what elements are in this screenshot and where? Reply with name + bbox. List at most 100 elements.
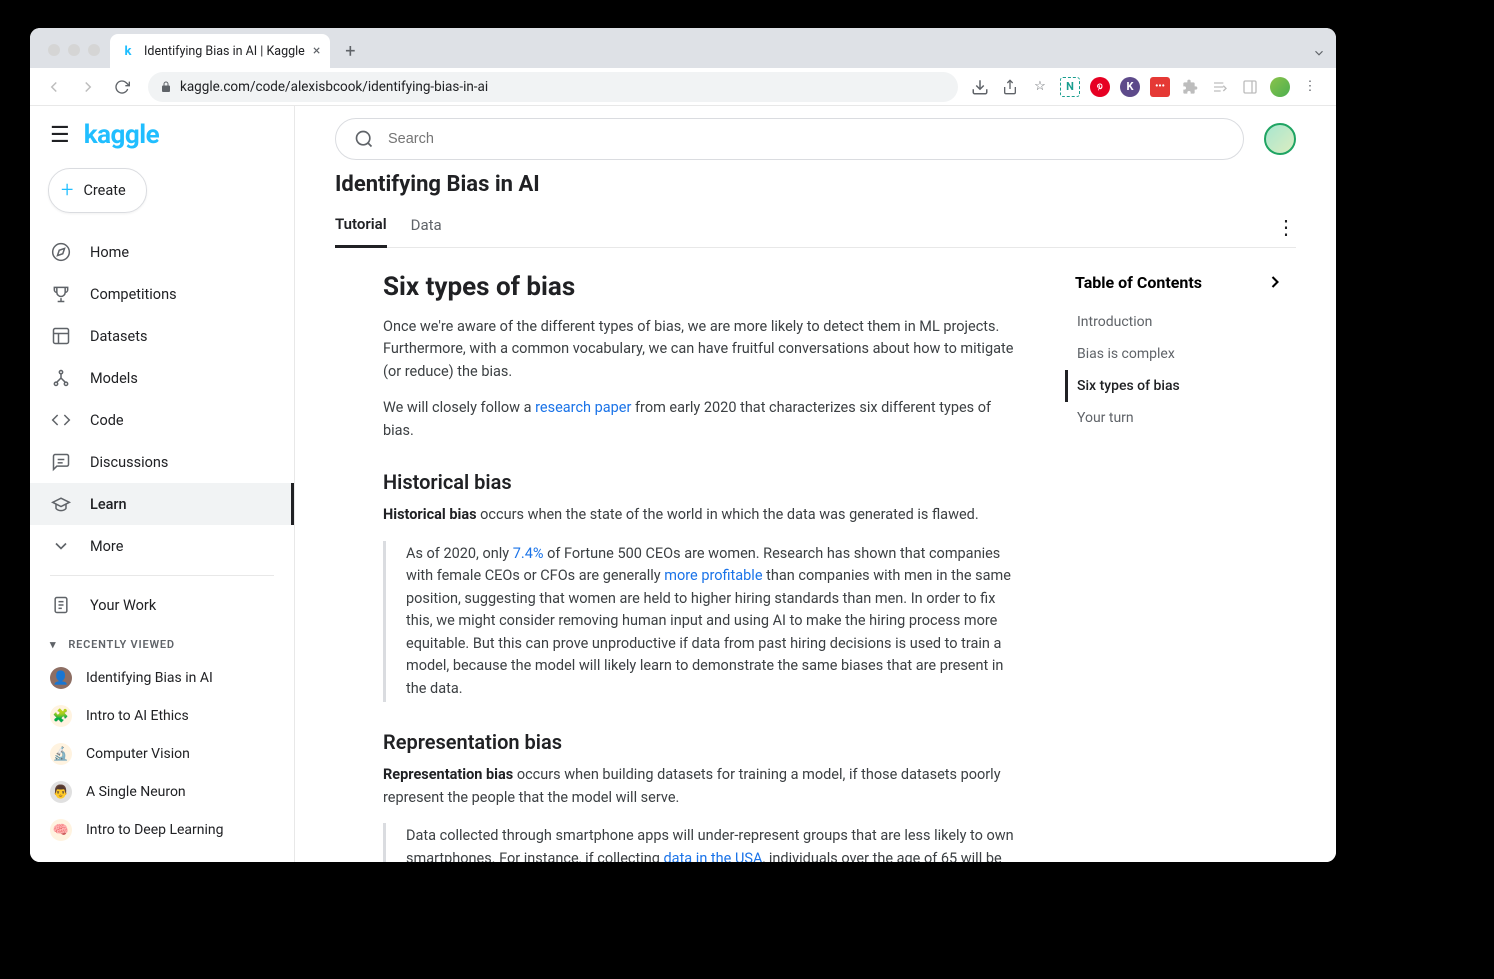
link-more-profitable[interactable]: more profitable: [664, 567, 762, 584]
tab-data[interactable]: Data: [411, 208, 442, 246]
new-tab-button[interactable]: +: [336, 37, 364, 65]
recent-item[interactable]: 🧩 Intro to AI Ethics: [30, 697, 294, 735]
nav-discussions[interactable]: Discussions: [30, 441, 294, 483]
recent-thumb: 🔬: [50, 743, 72, 765]
paragraph: As of 2020, only 7.4% of Fortune 500 CEO…: [406, 543, 1025, 700]
sidepanel-icon[interactable]: [1240, 77, 1260, 97]
close-tab-icon[interactable]: ×: [313, 43, 320, 59]
search-input[interactable]: [388, 131, 1225, 147]
search-icon: [354, 129, 374, 149]
extension-red-icon[interactable]: •••: [1150, 77, 1170, 97]
nav-your-work[interactable]: Your Work: [30, 584, 294, 626]
share-icon[interactable]: [1000, 77, 1020, 97]
link-data-in-usa[interactable]: data in the USA: [664, 850, 763, 863]
recent-label: Intro to Deep Learning: [86, 822, 224, 838]
blockquote: Data collected through smartphone apps w…: [383, 823, 1025, 862]
search-box[interactable]: [335, 118, 1244, 160]
toc-item-introduction[interactable]: Introduction: [1065, 306, 1285, 338]
nav-label: Competitions: [90, 286, 177, 303]
main-panel: Identifying Bias in AI Tutorial Data ⋮ S…: [295, 106, 1336, 862]
nav-more[interactable]: More: [30, 525, 294, 567]
network-icon: [50, 367, 72, 389]
toc-item-bias-complex[interactable]: Bias is complex: [1065, 338, 1285, 370]
section-heading: Six types of bias: [383, 272, 1025, 302]
browser-window: k Identifying Bias in AI | Kaggle × + ka…: [30, 28, 1336, 862]
reading-list-icon[interactable]: [1210, 77, 1230, 97]
more-options-icon[interactable]: ⋮: [1276, 215, 1296, 239]
address-bar[interactable]: kaggle.com/code/alexisbcook/identifying-…: [148, 72, 958, 102]
subsection-heading: Historical bias: [383, 470, 1025, 494]
table-icon: [50, 325, 72, 347]
bookmark-star-icon[interactable]: ☆: [1030, 77, 1050, 97]
nav-label: Datasets: [90, 328, 147, 345]
nav-label: Your Work: [90, 597, 156, 614]
profile-avatar-icon[interactable]: [1270, 77, 1290, 97]
recent-item[interactable]: 👨A Single Neuron: [30, 773, 294, 811]
hamburger-icon[interactable]: ☰: [50, 123, 70, 148]
link-research-paper[interactable]: research paper: [535, 399, 631, 416]
nav-datasets[interactable]: Datasets: [30, 315, 294, 357]
divider: [50, 575, 274, 576]
nav-models[interactable]: Models: [30, 357, 294, 399]
toc-item-your-turn[interactable]: Your turn: [1065, 402, 1285, 434]
tabs-row: Tutorial Data ⋮: [335, 207, 1296, 248]
reload-button[interactable]: [108, 73, 136, 101]
nav-learn[interactable]: Learn: [30, 483, 294, 525]
code-icon: [50, 409, 72, 431]
create-label: Create: [83, 182, 125, 199]
page-title: Identifying Bias in AI: [335, 172, 1296, 197]
nav-label: Learn: [90, 496, 127, 513]
recent-item[interactable]: 🧠Intro to Deep Learning: [30, 811, 294, 849]
recent-item[interactable]: 👤Identifying Bias in AI: [30, 659, 294, 697]
tab-tutorial[interactable]: Tutorial: [335, 207, 387, 248]
download-icon[interactable]: [970, 77, 990, 97]
user-avatar[interactable]: [1264, 123, 1296, 155]
paragraph: We will closely follow a research paper …: [383, 397, 1025, 442]
recently-viewed-header: ▾RECENTLY VIEWED: [30, 626, 294, 659]
lock-icon: [160, 81, 172, 93]
tab-strip: k Identifying Bias in AI | Kaggle × +: [30, 28, 1336, 68]
nav-label: Discussions: [90, 454, 168, 471]
compass-icon: [50, 241, 72, 263]
forward-button[interactable]: [74, 73, 102, 101]
paragraph: Representation bias occurs when building…: [383, 764, 1025, 809]
nav-label: More: [90, 538, 123, 555]
link-7-4-percent[interactable]: 7.4%: [513, 545, 544, 562]
chrome-menu-icon[interactable]: ⋮: [1300, 77, 1320, 97]
view-active-events[interactable]: View Active Events: [30, 855, 294, 862]
extension-k-icon[interactable]: K: [1120, 77, 1140, 97]
create-button[interactable]: + Create: [48, 168, 147, 213]
kaggle-logo[interactable]: kaggle: [84, 120, 159, 150]
negによ-home[interactable]: Home: [30, 231, 294, 273]
recent-label: Intro to AI Ethics: [86, 708, 189, 724]
minimize-window-dot[interactable]: [68, 44, 80, 56]
toc-item-six-types[interactable]: Six types of bias: [1065, 370, 1285, 402]
article-wrap: Six types of bias Once we're aware of th…: [295, 248, 1336, 862]
recent-item[interactable]: 🔬Computer Vision: [30, 735, 294, 773]
chat-icon: [50, 451, 72, 473]
maximize-window-dot[interactable]: [88, 44, 100, 56]
close-window-dot[interactable]: [48, 44, 60, 56]
top-row: [295, 106, 1336, 160]
recent-label: A Single Neuron: [86, 784, 186, 800]
paragraph: Once we're aware of the different types …: [383, 316, 1025, 383]
tab-title: Identifying Bias in AI | Kaggle: [144, 44, 305, 59]
plus-icon: +: [61, 178, 73, 203]
browser-tab[interactable]: k Identifying Bias in AI | Kaggle ×: [110, 34, 330, 68]
back-button[interactable]: [40, 73, 68, 101]
nav-code[interactable]: Code: [30, 399, 294, 441]
extension-notion-icon[interactable]: N: [1060, 77, 1080, 97]
extensions-puzzle-icon[interactable]: [1180, 77, 1200, 97]
caret-down-icon[interactable]: ▾: [50, 638, 56, 651]
url-text: kaggle.com/code/alexisbcook/identifying-…: [180, 79, 488, 95]
browser-toolbar: kaggle.com/code/alexisbcook/identifying-…: [30, 68, 1336, 106]
toc-header[interactable]: Table of Contents: [1065, 272, 1285, 292]
extension-pinterest-icon[interactable]: [1090, 77, 1110, 97]
recent-label: Identifying Bias in AI: [86, 670, 213, 686]
article-body: Six types of bias Once we're aware of th…: [295, 248, 1065, 862]
tab-overflow-icon[interactable]: [1312, 46, 1326, 60]
paragraph: Data collected through smartphone apps w…: [406, 825, 1025, 862]
nav-competitions[interactable]: Competitions: [30, 273, 294, 315]
recent-thumb: 🧩: [50, 705, 72, 727]
nav-label: Home: [90, 244, 129, 261]
